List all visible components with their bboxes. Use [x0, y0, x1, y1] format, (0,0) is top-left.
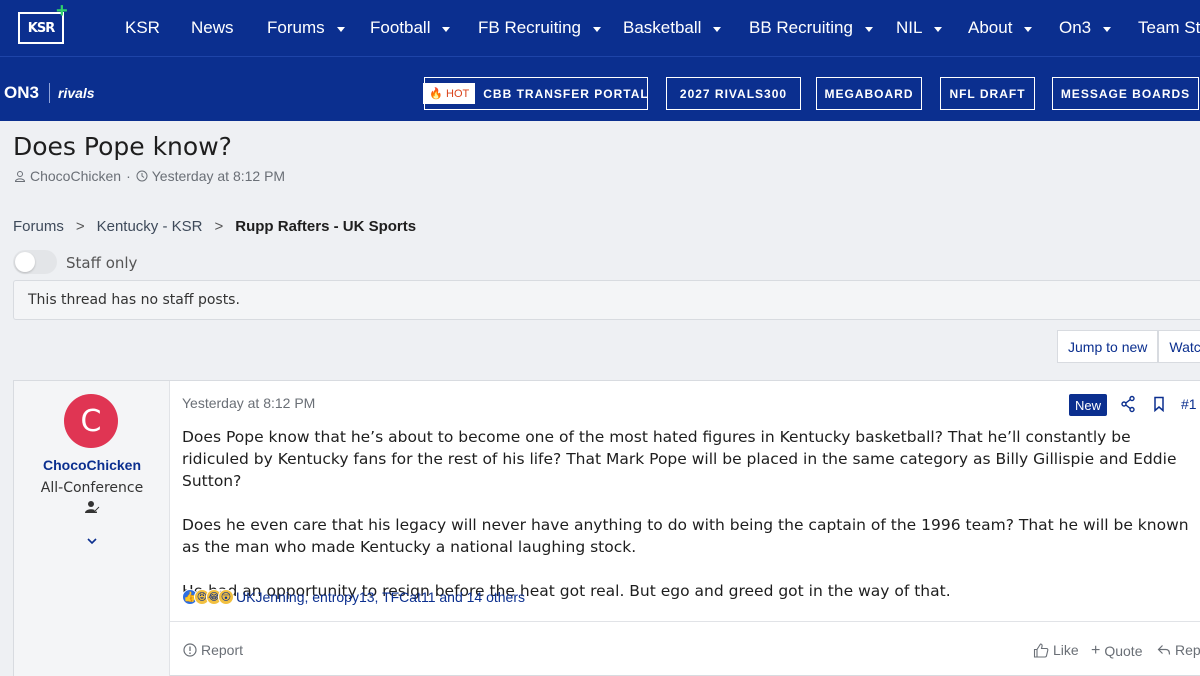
new-badge: New [1069, 394, 1108, 416]
caret-down-icon [864, 26, 873, 32]
watch-button[interactable]: Watch [1158, 330, 1200, 363]
avatar[interactable]: C [64, 394, 118, 448]
toggle-knob [15, 252, 35, 272]
nav-news[interactable]: News [191, 18, 234, 38]
reactions-users-link[interactable]: UKJenning, entropy13, TFCat11 and 14 oth… [236, 589, 525, 605]
reaction-icons: 👍 😡 😂 😲 [182, 589, 234, 605]
caret-down-icon [713, 26, 722, 32]
caret-down-icon [934, 26, 943, 32]
caret-down-icon [336, 26, 345, 32]
user-edit-icon[interactable] [82, 497, 102, 517]
thread-action-buttons: Jump to new Watch [1057, 330, 1200, 363]
like-button[interactable]: Like [1033, 642, 1079, 658]
nfl-draft-button[interactable]: NFL DRAFT [940, 77, 1035, 110]
report-button[interactable]: Report [183, 642, 243, 658]
nav-fb-recruiting[interactable]: FB Recruiting [478, 18, 601, 38]
breadcrumb: Forums > Kentucky - KSR > Rupp Rafters -… [13, 218, 416, 235]
thread-author-link[interactable]: ChocoChicken [30, 168, 121, 184]
brand-divider [49, 83, 50, 103]
chevron-right-icon: > [214, 218, 224, 235]
nav-team-store[interactable]: Team Store [1138, 18, 1200, 38]
thread-date-link[interactable]: Yesterday at 8:12 PM [152, 168, 285, 184]
plus-icon: + [1091, 642, 1101, 659]
caret-down-icon [592, 26, 601, 32]
plus-icon: + [56, 0, 68, 22]
chevron-down-icon[interactable] [84, 533, 100, 549]
on3-logo[interactable]: ON3 [4, 83, 39, 103]
post-user-panel: C ChocoChicken All-Conference [14, 381, 170, 676]
breadcrumb-kentucky-ksr[interactable]: Kentucky - KSR [97, 218, 203, 235]
megaboard-button[interactable]: MEGABOARD [816, 77, 922, 110]
nav-about[interactable]: About [968, 18, 1033, 38]
warning-circle-icon [183, 643, 197, 657]
nav-forums[interactable]: Forums [267, 18, 345, 38]
nav-ksr[interactable]: KSR [125, 18, 160, 38]
post: C ChocoChicken All-Conference Yesterday … [13, 380, 1200, 676]
thumbs-up-icon [1033, 642, 1049, 658]
nav-nil[interactable]: NIL [896, 18, 943, 38]
meta-separator: · [126, 168, 131, 184]
caret-down-icon [442, 26, 451, 32]
flame-icon: 🔥 [429, 88, 444, 100]
page-title: Does Pope know? [13, 132, 232, 161]
reactions-bar[interactable]: 👍 😡 😂 😲 UKJenning, entropy13, TFCat11 an… [182, 589, 525, 605]
clock-icon [136, 170, 148, 182]
share-icon[interactable] [1120, 395, 1136, 413]
reply-button[interactable]: Reply [1157, 642, 1200, 658]
no-staff-posts-notice: This thread has no staff posts. [13, 280, 1200, 320]
rivals-logo[interactable]: rivals [58, 85, 95, 101]
sub-navigation: ON3 rivals 🔥 HOT CBB TRANSFER PORTAL 2027… [0, 56, 1200, 121]
surprised-face-icon: 😲 [218, 589, 234, 605]
chevron-right-icon: > [75, 218, 85, 235]
nav-on3[interactable]: On3 [1059, 18, 1112, 38]
caret-down-icon [1024, 26, 1033, 32]
post-date[interactable]: Yesterday at 8:12 PM [182, 395, 315, 411]
staff-only-toggle[interactable] [13, 250, 57, 274]
nav-football[interactable]: Football [370, 18, 451, 38]
nav-bb-recruiting[interactable]: BB Recruiting [749, 18, 873, 38]
message-boards-button[interactable]: MESSAGE BOARDS [1052, 77, 1199, 110]
reply-arrow-icon [1157, 645, 1171, 655]
user-icon [14, 171, 26, 182]
staff-only-label: Staff only [66, 254, 138, 272]
top-navigation: KSR + KSR News Forums Football FB Recrui… [0, 0, 1200, 56]
user-title: All-Conference [40, 480, 144, 496]
breadcrumb-rupp-rafters[interactable]: Rupp Rafters - UK Sports [235, 218, 416, 235]
hot-badge: 🔥 HOT [423, 83, 476, 104]
post-number-link[interactable]: #1 [1181, 396, 1197, 412]
post-username[interactable]: ChocoChicken [14, 457, 170, 473]
quote-button[interactable]: + Quote [1091, 642, 1142, 660]
jump-to-new-button[interactable]: Jump to new [1057, 330, 1159, 363]
breadcrumb-forums[interactable]: Forums [13, 218, 64, 235]
thread-meta: ChocoChicken · Yesterday at 8:12 PM [14, 168, 285, 184]
nav-basketball[interactable]: Basketball [623, 18, 722, 38]
post-footer: Report Like + Quote Reply [170, 621, 1200, 676]
post-paragraph: Does Pope know that he’s about to become… [182, 428, 1177, 490]
bookmark-icon[interactable] [1152, 396, 1166, 412]
caret-down-icon [1103, 26, 1112, 32]
rivals300-button[interactable]: 2027 RIVALS300 [666, 77, 801, 110]
post-paragraph: Does he even care that his legacy will n… [182, 516, 1189, 556]
cbb-transfer-portal-button[interactable]: 🔥 HOT CBB TRANSFER PORTAL [423, 77, 648, 110]
